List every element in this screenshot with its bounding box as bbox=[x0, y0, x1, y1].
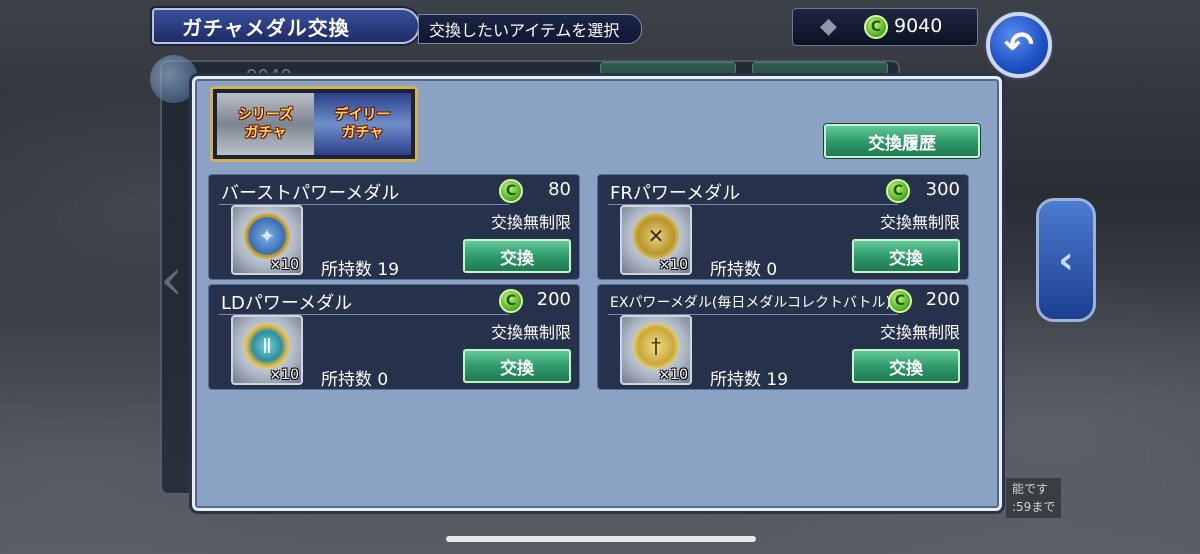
left-chevron-icon: ‹ bbox=[160, 245, 184, 313]
owned-count: 所持数 19 bbox=[710, 365, 788, 390]
owned-value: 19 bbox=[766, 370, 789, 390]
item-card-ld: LDパワーメダル C 200 交換無制限 Ⅱ ×10 所持数 0 交換 bbox=[208, 284, 580, 390]
owned-value: 0 bbox=[377, 370, 389, 390]
fr-medal-icon: ✕ bbox=[633, 213, 679, 259]
item-card-ex: EXパワーメダル(毎日メダルコレクトバトル) C 200 交換無制限 † ×10… bbox=[597, 284, 969, 390]
tab-label: ガチャ bbox=[341, 125, 384, 141]
gem-icon: ◆ bbox=[820, 14, 837, 39]
item-icon-frame: Ⅱ ×10 bbox=[231, 315, 303, 385]
tab-series-gacha[interactable]: シリーズ ガチャ bbox=[217, 93, 314, 155]
item-quantity: ×10 bbox=[269, 367, 299, 383]
ex-medal-icon: † bbox=[633, 323, 679, 369]
exchange-button[interactable]: 交換 bbox=[852, 239, 960, 273]
item-cost: 200 bbox=[536, 289, 571, 310]
exchange-limit: 交換無制限 bbox=[490, 323, 571, 342]
owned-label: 所持数 bbox=[321, 260, 372, 280]
medal-coin-icon: C bbox=[864, 15, 888, 39]
tab-label: デイリー bbox=[334, 107, 391, 123]
right-nav-button[interactable]: ‹ bbox=[1036, 198, 1096, 322]
page-title: ガチャメダル交換 bbox=[152, 8, 420, 44]
notice-line-2: :59まで bbox=[1012, 500, 1056, 514]
tab-label: シリーズ bbox=[237, 107, 294, 123]
owned-label: 所持数 bbox=[321, 370, 372, 390]
item-cost: 200 bbox=[925, 289, 960, 310]
burst-medal-icon: ✦ bbox=[244, 213, 290, 259]
item-cost: 80 bbox=[548, 179, 571, 200]
item-name: FRパワーメダル bbox=[610, 183, 741, 204]
item-icon-frame: ✕ ×10 bbox=[620, 205, 692, 275]
owned-count: 所持数 0 bbox=[321, 365, 388, 390]
ld-medal-icon: Ⅱ bbox=[244, 323, 290, 369]
currency-value: 9040 bbox=[894, 15, 943, 37]
exchange-limit: 交換無制限 bbox=[879, 213, 960, 232]
item-quantity: ×10 bbox=[658, 367, 688, 383]
exchange-button[interactable]: 交換 bbox=[463, 349, 571, 383]
back-arrow-icon: ↶ bbox=[1003, 24, 1035, 66]
owned-value: 19 bbox=[377, 260, 400, 280]
home-indicator[interactable] bbox=[446, 536, 756, 542]
exchange-limit: 交換無制限 bbox=[879, 323, 960, 342]
chevron-left-icon: ‹ bbox=[1058, 238, 1074, 282]
owned-value: 0 bbox=[766, 260, 778, 280]
item-name: EXパワーメダル(毎日メダルコレクトバトル) bbox=[610, 295, 891, 311]
page-subtitle: 交換したいアイテムを選択 bbox=[418, 14, 642, 44]
item-quantity: ×10 bbox=[658, 257, 688, 273]
back-button[interactable]: ↶ bbox=[986, 12, 1052, 78]
item-name: バーストパワーメダル bbox=[221, 183, 400, 204]
medal-coin-icon: C bbox=[499, 179, 523, 203]
owned-count: 所持数 0 bbox=[710, 255, 777, 280]
exchange-button[interactable]: 交換 bbox=[852, 349, 960, 383]
medal-coin-icon: C bbox=[499, 289, 523, 313]
item-quantity: ×10 bbox=[269, 257, 299, 273]
side-notice: 能です :59まで bbox=[1006, 478, 1062, 518]
item-card-burst: バーストパワーメダル C 80 交換無制限 ✦ ×10 所持数 19 交換 bbox=[208, 174, 580, 280]
item-cost: 300 bbox=[925, 179, 960, 200]
gacha-tabs: シリーズ ガチャ デイリー ガチャ bbox=[210, 86, 418, 162]
medal-coin-icon: C bbox=[888, 289, 912, 313]
owned-label: 所持数 bbox=[710, 260, 761, 280]
exchange-button[interactable]: 交換 bbox=[463, 239, 571, 273]
tab-label: ガチャ bbox=[244, 125, 287, 141]
item-icon-frame: ✦ ×10 bbox=[231, 205, 303, 275]
owned-label: 所持数 bbox=[710, 370, 761, 390]
exchange-history-button[interactable]: 交換履歴 bbox=[824, 124, 980, 158]
underlying-medal-icon bbox=[150, 55, 198, 103]
item-name: LDパワーメダル bbox=[221, 293, 353, 314]
exchange-limit: 交換無制限 bbox=[490, 213, 571, 232]
notice-line-1: 能です bbox=[1012, 482, 1049, 496]
owned-count: 所持数 19 bbox=[321, 255, 399, 280]
medal-coin-icon: C bbox=[886, 179, 910, 203]
item-icon-frame: † ×10 bbox=[620, 315, 692, 385]
tab-daily-gacha[interactable]: デイリー ガチャ bbox=[314, 93, 411, 155]
item-card-fr: FRパワーメダル C 300 交換無制限 ✕ ×10 所持数 0 交換 bbox=[597, 174, 969, 280]
